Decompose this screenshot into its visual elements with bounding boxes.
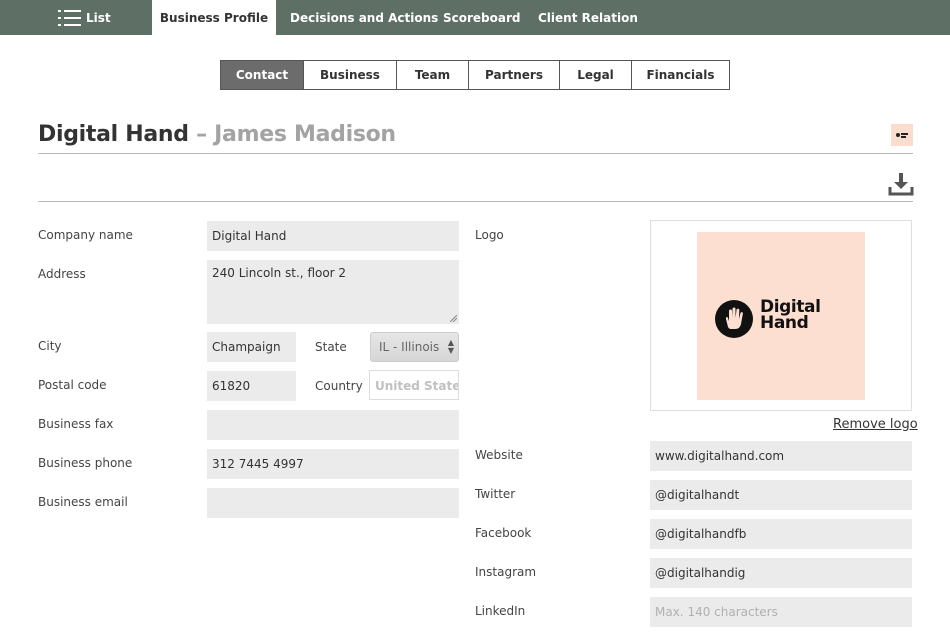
company-name-label: Company name xyxy=(38,228,133,242)
title-separator: – xyxy=(188,122,215,147)
business-phone-input[interactable]: 312 7445 4997 xyxy=(207,449,459,479)
logo-upload-box[interactable]: Digital Hand xyxy=(650,220,912,411)
city-label: City xyxy=(38,339,62,353)
business-email-label: Business email xyxy=(38,495,128,509)
contact-person-name: James Madison xyxy=(214,122,396,147)
country-input[interactable]: United States xyxy=(369,370,459,400)
title-divider xyxy=(38,153,913,154)
company-logo: Digital Hand xyxy=(697,232,865,400)
logo-text-line2: Hand xyxy=(760,313,809,333)
nav-list[interactable]: List xyxy=(86,0,111,35)
subtab-business[interactable]: Business xyxy=(304,61,397,89)
subtab-contact[interactable]: Contact xyxy=(221,61,304,89)
state-value: IL - Illinois xyxy=(379,340,440,354)
logo-wordmark: Digital Hand xyxy=(760,299,821,333)
up-down-arrows-icon: ▲ ▼ xyxy=(447,338,454,355)
linkedin-input[interactable]: Max. 140 characters xyxy=(650,597,912,627)
address-label: Address xyxy=(38,267,86,281)
state-select[interactable]: IL - Illinois ▲ ▼ xyxy=(370,332,459,362)
nav-tab-decisions-and-actions[interactable]: Decisions and Actions xyxy=(290,0,438,35)
instagram-label: Instagram xyxy=(475,565,537,579)
logo-label: Logo xyxy=(475,228,504,242)
instagram-input[interactable]: @digitalhandig xyxy=(650,558,912,588)
top-nav: List Business Profile Decisions and Acti… xyxy=(0,0,950,35)
facebook-input[interactable]: @digitalhandfb xyxy=(650,519,912,549)
website-label: Website xyxy=(475,448,523,462)
nav-tab-client-relation[interactable]: Client Relation xyxy=(538,0,638,35)
resize-handle-icon[interactable] xyxy=(450,315,457,322)
linkedin-label: LinkedIn xyxy=(475,604,526,618)
company-name-title: Digital Hand xyxy=(38,122,189,147)
twitter-input[interactable]: @digitalhandt xyxy=(650,480,912,510)
profile-subtabs: Contact Business Team Partners Legal Fin… xyxy=(220,60,730,90)
address-textarea[interactable]: 240 Lincoln st., floor 2 xyxy=(207,260,459,324)
business-fax-input[interactable] xyxy=(207,410,459,440)
section-divider xyxy=(38,201,913,202)
nav-tab-scoreboard[interactable]: Scoreboard xyxy=(443,0,521,35)
facebook-label: Facebook xyxy=(475,526,532,540)
remove-logo-link[interactable]: Remove logo xyxy=(833,417,918,432)
website-input[interactable]: www.digitalhand.com xyxy=(650,441,912,471)
subtab-legal[interactable]: Legal xyxy=(560,61,632,89)
hamburger-icon[interactable] xyxy=(58,10,81,26)
page-title: Digital Hand – James Madison xyxy=(38,122,396,147)
city-input[interactable]: Champaign xyxy=(207,332,296,362)
logo-thumbnail xyxy=(891,124,913,146)
business-email-input[interactable] xyxy=(207,488,459,518)
state-label: State xyxy=(315,340,347,354)
business-fax-label: Business fax xyxy=(38,417,114,431)
download-icon[interactable] xyxy=(888,172,914,196)
postal-code-label: Postal code xyxy=(38,378,107,392)
nav-tab-business-profile[interactable]: Business Profile xyxy=(152,0,276,35)
twitter-label: Twitter xyxy=(475,487,516,501)
company-name-input[interactable]: Digital Hand xyxy=(207,221,459,251)
country-label: Country xyxy=(315,379,363,393)
postal-code-input[interactable]: 61820 xyxy=(207,371,296,401)
hand-logo-icon xyxy=(715,300,753,338)
address-value: 240 Lincoln st., floor 2 xyxy=(212,266,347,280)
subtab-team[interactable]: Team xyxy=(397,61,469,89)
subtab-partners[interactable]: Partners xyxy=(469,61,560,89)
subtab-financials[interactable]: Financials xyxy=(632,61,729,89)
business-phone-label: Business phone xyxy=(38,456,133,470)
